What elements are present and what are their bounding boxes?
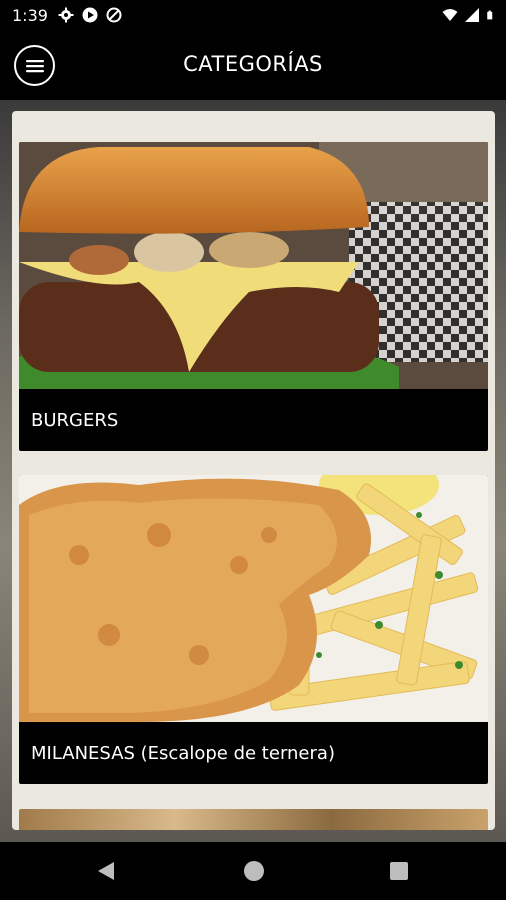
status-bar: 1:39 xyxy=(0,0,506,30)
battery-icon xyxy=(487,10,493,20)
burger-photo xyxy=(19,142,488,389)
category-list: BURGERS MILANESAS (Escalope de ternera) xyxy=(12,111,495,830)
category-card-milanesas[interactable]: MILANESAS (Escalope de ternera) xyxy=(19,475,488,784)
status-icons-left xyxy=(58,7,122,23)
home-icon[interactable] xyxy=(244,861,264,881)
wifi-icon xyxy=(442,9,458,21)
category-label: MILANESAS (Escalope de ternera) xyxy=(31,742,335,764)
category-card-next[interactable] xyxy=(19,809,488,830)
gear-icon xyxy=(58,7,74,23)
category-card-burgers[interactable]: BURGERS xyxy=(19,142,488,451)
status-time: 1:39 xyxy=(12,6,48,25)
back-icon[interactable] xyxy=(96,861,116,881)
milanesa-photo xyxy=(19,475,488,722)
system-nav-bar xyxy=(0,842,506,900)
status-icons-right xyxy=(442,7,496,23)
no-disturb-icon xyxy=(106,7,122,23)
recents-icon[interactable] xyxy=(390,862,408,880)
app-bar: CATEGORÍAS xyxy=(0,30,506,100)
play-icon xyxy=(82,7,98,23)
category-label: BURGERS xyxy=(31,409,119,431)
signal-icon xyxy=(465,8,479,22)
page-title: CATEGORÍAS xyxy=(183,52,323,76)
